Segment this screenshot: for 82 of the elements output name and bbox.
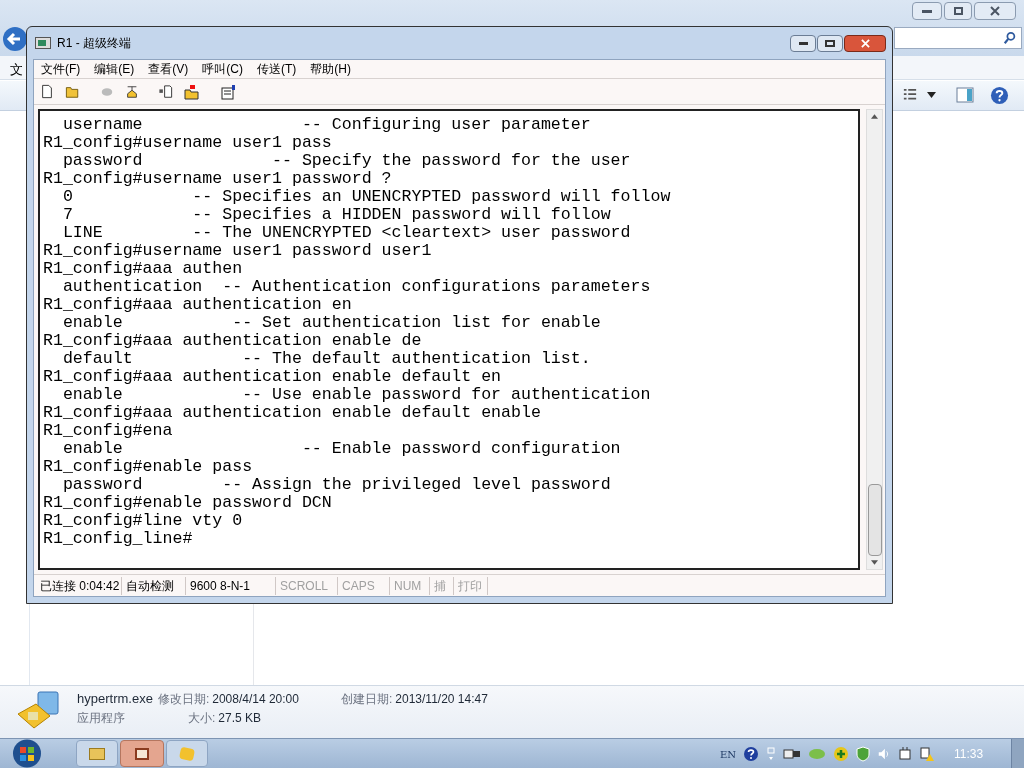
- terminal-line: R1_config#aaa authentication enable default en: [43, 368, 503, 386]
- size-label: 大小:: [188, 710, 216, 726]
- file-type: 应用程序: [77, 710, 126, 726]
- terminal-line: password -- Assign the privileged level password: [61, 476, 612, 494]
- terminal-screen[interactable]: [38, 109, 860, 570]
- restore-button[interactable]: [944, 2, 972, 20]
- help-icon[interactable]: [990, 86, 1009, 105]
- status-field: SCROLL: [276, 576, 338, 595]
- terminal-line: R1_config_line#: [43, 530, 194, 548]
- status-field: 打印: [454, 576, 488, 595]
- status-field: 9600 8-N-1: [186, 576, 276, 595]
- menu-item[interactable]: 呼叫(C): [202, 60, 243, 78]
- terminal-line: R1_config#username user1 password user1: [43, 242, 433, 260]
- close-icon: [860, 38, 870, 48]
- modified-label: 修改日期:: [157, 691, 210, 707]
- help-icon[interactable]: [743, 746, 760, 762]
- maximize-button[interactable]: [817, 34, 843, 52]
- start-button-icon[interactable]: [10, 739, 44, 768]
- terminal-line: R1_config#ena: [43, 422, 174, 440]
- terminal-line: R1_config#aaa authentication enable de: [43, 332, 423, 350]
- terminal-line: R1_config#aaa authen: [43, 260, 244, 278]
- terminal-line: enable -- Use enable password for authentication: [61, 386, 652, 404]
- menu-item[interactable]: 查看(V): [148, 60, 189, 78]
- terminal-line: R1_config#username user1 pass: [43, 134, 333, 152]
- language-indicator[interactable]: EN: [720, 746, 737, 762]
- properties-icon[interactable]: [220, 83, 236, 100]
- shield-icon[interactable]: [856, 746, 871, 762]
- terminal-line: R1_config#enable pass: [43, 458, 254, 476]
- back-icon[interactable]: [2, 26, 28, 52]
- new-file-icon[interactable]: [40, 84, 54, 99]
- terminal-line: enable -- Enable password configuration: [61, 440, 622, 458]
- file-name: hypertrm.exe: [77, 691, 153, 707]
- terminal-line: enable -- Set authentication list for enable: [61, 314, 602, 332]
- terminal-line: username -- Configuring user parameter: [61, 116, 592, 134]
- terminal-line: default -- The default authentication list.: [61, 350, 592, 368]
- menu-item[interactable]: 传送(T): [257, 60, 297, 78]
- plus-tray-icon[interactable]: [833, 746, 850, 762]
- menu-item[interactable]: 文件(F): [41, 60, 81, 78]
- receive-folder-icon[interactable]: [184, 83, 200, 100]
- scroll-down-icon[interactable]: [871, 560, 878, 565]
- terminal-line: 0 -- Specifies an UNENCRYPTED password will follow: [61, 188, 672, 206]
- close-button[interactable]: [974, 2, 1016, 20]
- terminal-app-icon: [35, 37, 51, 49]
- terminal-line: R1_config#aaa authentication enable default enable: [43, 404, 542, 422]
- terminal-line: R1_config#line vty 0: [43, 512, 244, 530]
- send-file-icon[interactable]: [157, 84, 174, 99]
- close-icon: [990, 6, 1000, 16]
- window-title: R1 - 超级终端: [57, 35, 131, 52]
- open-folder-icon[interactable]: [64, 84, 81, 99]
- minimize-button[interactable]: [912, 2, 942, 20]
- terminal-line: password -- Specify the password for the user: [61, 152, 632, 170]
- terminal-line: LINE -- The UNENCRYPTED <cleartext> user password: [61, 224, 632, 242]
- file-size: 27.5 KB: [218, 710, 262, 726]
- caret-icon[interactable]: [927, 92, 936, 98]
- created-date: 2013/11/20 14:47: [395, 691, 488, 707]
- menu-item[interactable]: 编辑(E): [94, 60, 135, 78]
- view-list-icon[interactable]: [902, 88, 918, 102]
- created-label: 创建日期:: [340, 691, 393, 707]
- terminal-line: R1_config#aaa authentication en: [43, 296, 353, 314]
- menu-item[interactable]: 文: [10, 60, 23, 80]
- status-field: NUM: [390, 576, 430, 595]
- close-button[interactable]: [844, 34, 886, 52]
- status-field: 捕: [430, 576, 454, 595]
- search-icon[interactable]: [1003, 31, 1017, 45]
- menu-item[interactable]: 帮助(H): [310, 60, 351, 78]
- terminal-line: R1_config#username user1 password ?: [43, 170, 393, 188]
- terminal-line: authentication -- Authentication configurations parameters: [61, 278, 652, 296]
- status-field: 已连接 0:04:42: [36, 576, 122, 595]
- minimize-button[interactable]: [790, 34, 816, 52]
- preview-pane-icon[interactable]: [956, 87, 974, 103]
- app-taskbar-button[interactable]: [120, 740, 164, 767]
- terminal-line: R1_config#enable password DCN: [43, 494, 333, 512]
- folder-taskbar-button[interactable]: [76, 740, 118, 767]
- modified-date: 2008/4/14 20:00: [212, 691, 299, 707]
- status-field: CAPS: [338, 576, 390, 595]
- search-field[interactable]: [894, 27, 1022, 49]
- terminal-line: 7 -- Specifies a HIDDEN password will follow: [61, 206, 612, 224]
- status-field: 自动检测: [122, 576, 186, 595]
- network-warning-icon[interactable]: [919, 746, 936, 762]
- scroll-up-icon[interactable]: [871, 114, 878, 119]
- scrollbar[interactable]: [866, 109, 883, 570]
- scrollbar-thumb[interactable]: [867, 484, 882, 556]
